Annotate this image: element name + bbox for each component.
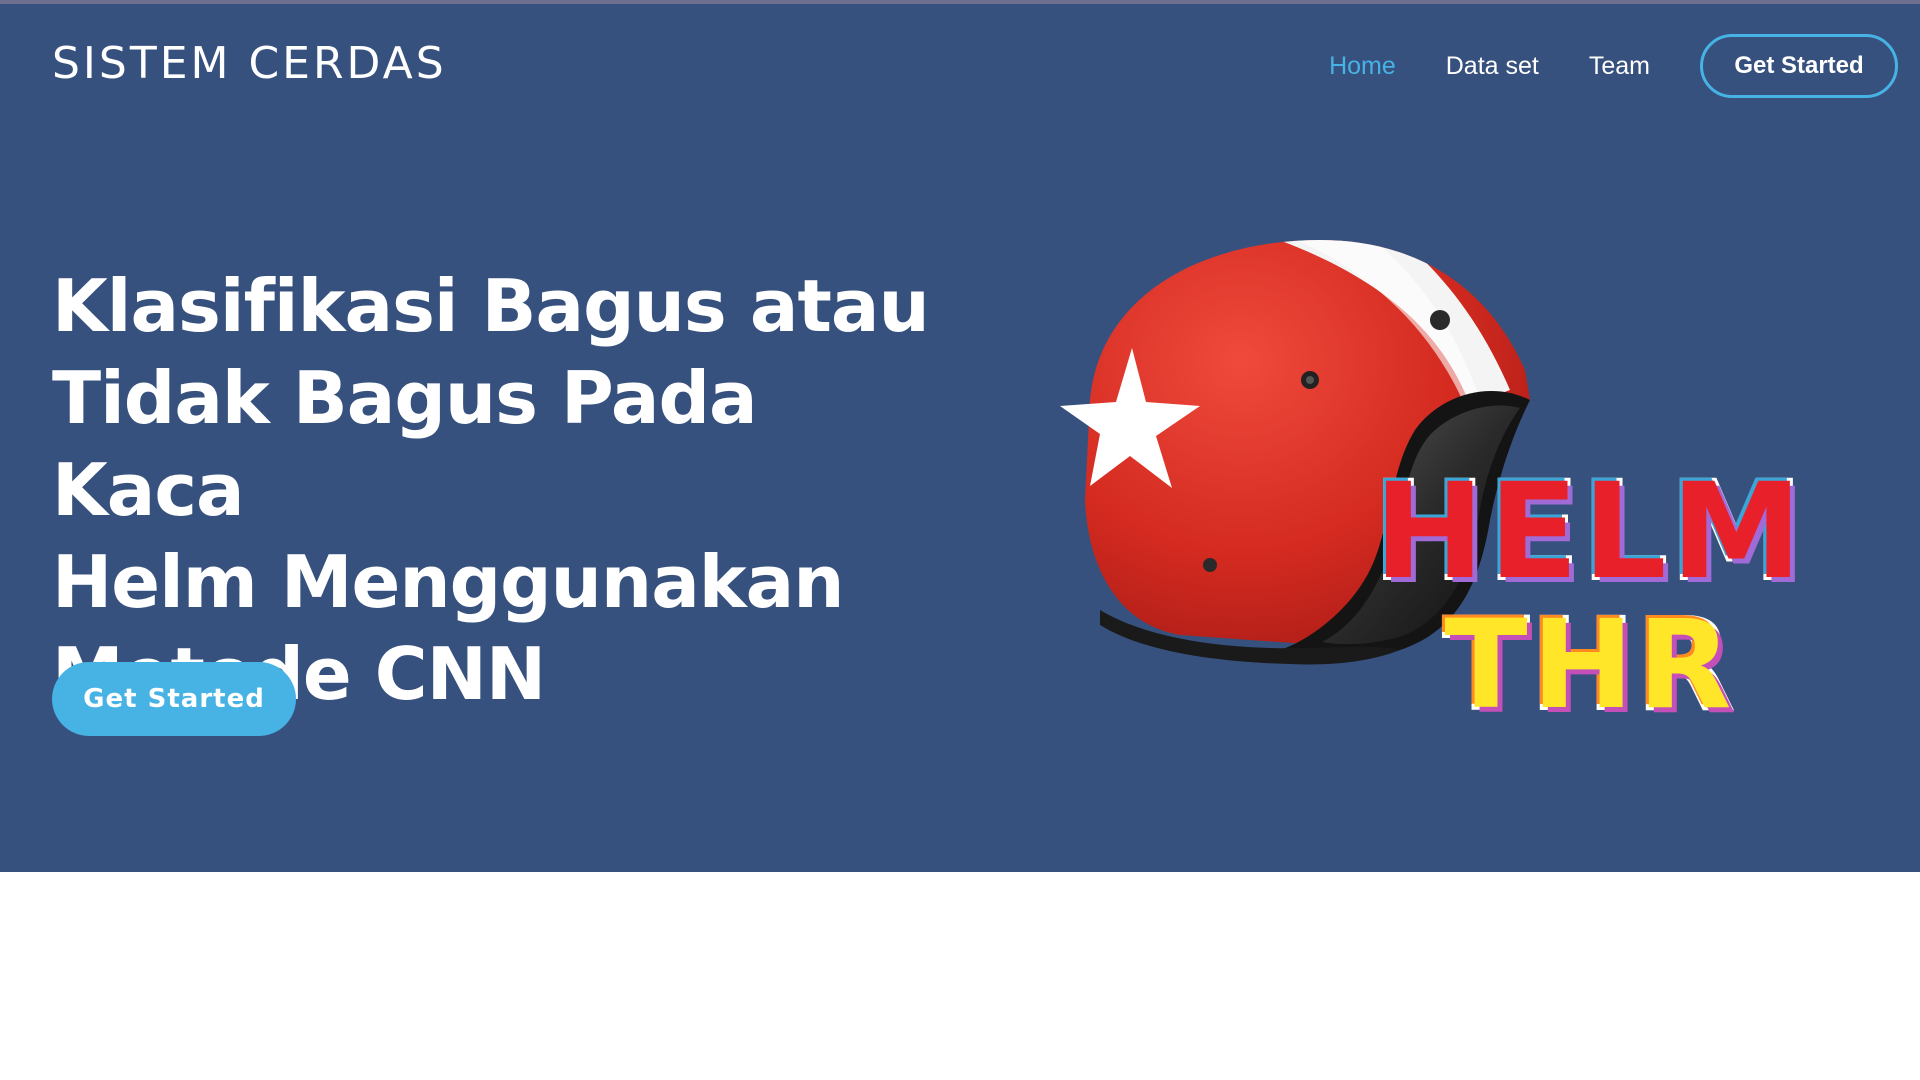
hero-title-line: Tidak Bagus Pada Kaca — [52, 356, 758, 532]
logo-thr-text: THR — [1441, 594, 1736, 736]
header-get-started-button[interactable]: Get Started — [1700, 34, 1898, 98]
nav-home[interactable]: Home — [1329, 52, 1396, 81]
brand-logo[interactable]: SISTEM CERDAS — [52, 34, 447, 94]
nav-team[interactable]: Team — [1589, 52, 1650, 81]
hero-get-started-button[interactable]: Get Started — [52, 662, 296, 736]
logo-helm-text: HELM — [1371, 455, 1807, 609]
hero-title: Klasifikasi Bagus atau Tidak Bagus Pada … — [52, 260, 952, 720]
content-area — [0, 872, 1920, 1080]
main-nav: Home Data set Team Get Started — [1329, 32, 1898, 100]
nav-dataset[interactable]: Data set — [1446, 52, 1539, 81]
hero-section: SISTEM CERDAS Home Data set Team Get Sta… — [0, 4, 1920, 872]
hero-illustration: HELM THR — [1060, 230, 1805, 750]
hero-title-line: Klasifikasi Bagus atau — [52, 264, 930, 348]
hero-title-line: Helm Menggunakan — [52, 540, 845, 624]
